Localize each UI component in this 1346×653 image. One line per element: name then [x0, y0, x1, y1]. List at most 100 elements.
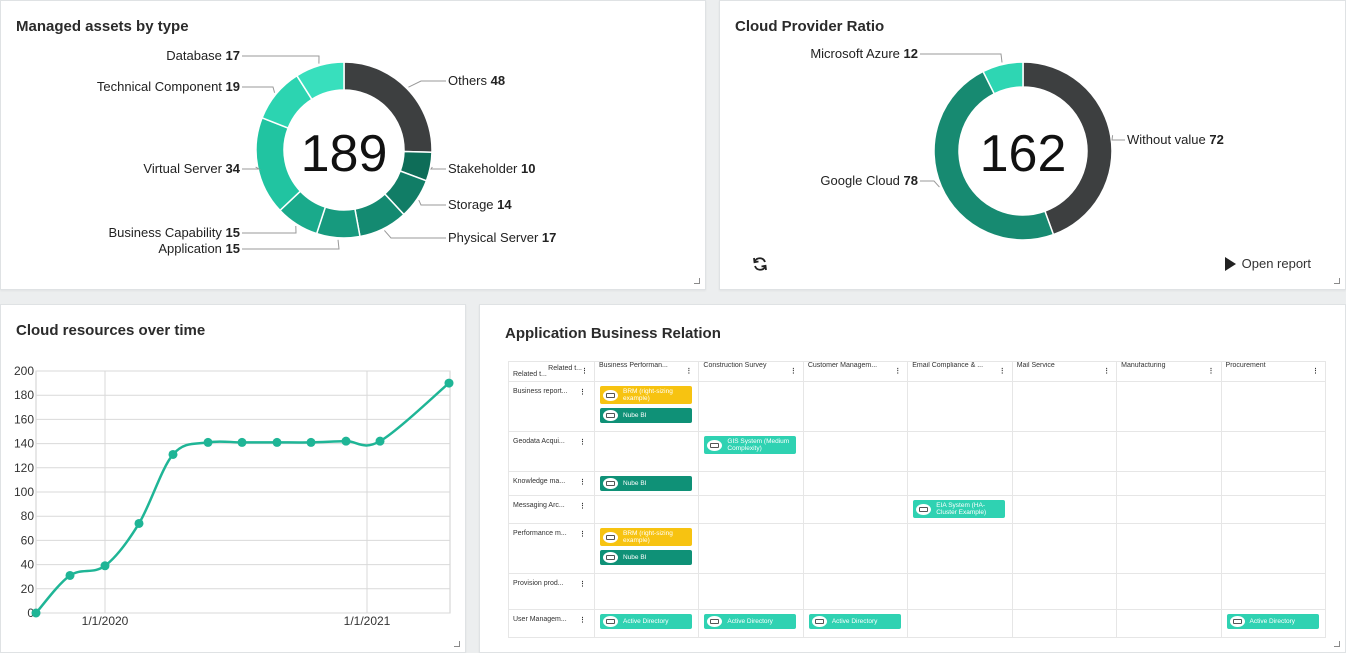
- row-header[interactable]: Geodata Acqui... ⋮: [508, 431, 595, 472]
- matrix-cell: [1116, 573, 1222, 610]
- data-point[interactable]: [444, 378, 454, 388]
- row-header[interactable]: Messaging Arc... ⋮: [508, 495, 595, 524]
- matrix-row: Business report... ⋮ BRM (right-sizing exa…: [508, 381, 1327, 432]
- matrix-corner: Related t... Related t... ⋮: [508, 361, 595, 382]
- application-label: Nube BI: [623, 554, 647, 561]
- row-label: Business report...: [513, 388, 568, 395]
- row-header[interactable]: Business report... ⋮: [508, 381, 595, 432]
- relation-matrix: Related t... Related t... ⋮ Business Per…: [508, 361, 1327, 638]
- application-label: Active Directory: [1249, 618, 1296, 625]
- cloud-resources-card: Cloud resources over time 0 20 40 60 80 100 12…: [0, 304, 466, 653]
- segment-label: Physical Server 17: [448, 230, 556, 245]
- matrix-cell: [907, 471, 1013, 496]
- row-menu-icon[interactable]: ⋮: [579, 502, 586, 510]
- data-point[interactable]: [272, 437, 282, 447]
- matrix-row: Performance m... ⋮ BRM (right-sizing examp…: [508, 523, 1327, 574]
- resize-handle[interactable]: [1334, 641, 1340, 647]
- data-point[interactable]: [134, 518, 144, 528]
- application-chip[interactable]: EIA System (HA-Cluster Example): [913, 500, 1006, 518]
- column-header[interactable]: Mail Service ⋮: [1011, 361, 1118, 382]
- leader-line: [920, 180, 940, 188]
- row-menu-icon[interactable]: ⋮: [579, 616, 586, 624]
- data-point[interactable]: [168, 449, 178, 459]
- column-header[interactable]: Business Performan... ⋮: [593, 361, 700, 382]
- open-report-button[interactable]: Open report: [1224, 256, 1311, 271]
- data-point[interactable]: [31, 608, 41, 618]
- matrix-cell: [1220, 471, 1327, 496]
- application-chip[interactable]: BRM (right-sizing example): [600, 528, 692, 546]
- corner-row-label: Related t...: [513, 371, 547, 378]
- matrix-cell: [907, 609, 1013, 638]
- cloud-provider-card: Cloud Provider Ratio 162 Without value 7…: [719, 0, 1346, 290]
- resize-handle[interactable]: [694, 278, 700, 284]
- column-menu-icon[interactable]: ⋮: [1208, 367, 1215, 375]
- column-menu-icon[interactable]: ⋮: [790, 367, 797, 375]
- resize-handle[interactable]: [1334, 278, 1340, 284]
- row-menu-icon[interactable]: ⋮: [579, 580, 586, 588]
- segment-name: Technical Component: [97, 79, 226, 94]
- refresh-button[interactable]: [752, 256, 768, 272]
- application-chip[interactable]: Nube BI: [600, 476, 692, 491]
- row-header[interactable]: Knowledge ma... ⋮: [508, 471, 595, 496]
- leader-line: [242, 86, 276, 93]
- corner-column-label: Related t...: [548, 365, 582, 372]
- application-chip[interactable]: Active Directory: [600, 614, 692, 629]
- resize-handle[interactable]: [454, 641, 460, 647]
- matrix-cell: [1116, 609, 1222, 638]
- open-report-label: Open report: [1241, 256, 1311, 271]
- column-menu-icon[interactable]: ⋮: [999, 367, 1006, 375]
- leader-line: [242, 239, 340, 250]
- application-label: Nube BI: [623, 480, 647, 487]
- application-label: BRM (right-sizing example): [623, 530, 673, 544]
- data-point[interactable]: [203, 437, 213, 447]
- segment-value: 14: [497, 197, 512, 212]
- data-point[interactable]: [65, 570, 75, 580]
- row-menu-icon[interactable]: ⋮: [579, 478, 586, 486]
- matrix-cell: [1116, 431, 1222, 472]
- application-chip[interactable]: Active Directory: [808, 614, 901, 629]
- application-chip[interactable]: BRM (right-sizing example): [600, 386, 692, 404]
- row-header[interactable]: Performance m... ⋮: [508, 523, 595, 574]
- leader-line: [384, 230, 446, 239]
- column-header[interactable]: Email Compliance & ... ⋮: [907, 361, 1013, 382]
- application-icon: [603, 552, 618, 563]
- application-chip[interactable]: Nube BI: [600, 550, 692, 565]
- application-chip[interactable]: GIS System (Medium Complexity): [704, 436, 797, 454]
- application-label: GIS System (Medium Complexity): [727, 438, 790, 452]
- row-menu-icon[interactable]: ⋮: [579, 388, 586, 396]
- donut-segment[interactable]: [255, 116, 302, 212]
- row-menu-icon[interactable]: ⋮: [579, 438, 586, 446]
- segment-name: Stakeholder: [448, 161, 521, 176]
- segment-label: Database 17: [166, 48, 240, 63]
- data-point[interactable]: [100, 561, 110, 571]
- data-point[interactable]: [341, 436, 351, 446]
- row-menu-icon[interactable]: ⋮: [579, 530, 586, 538]
- row-header[interactable]: User Managem... ⋮: [508, 609, 595, 638]
- leader-line: [242, 166, 261, 170]
- data-point[interactable]: [237, 437, 247, 447]
- application-chip[interactable]: Nube BI: [600, 408, 692, 423]
- column-label: Procurement: [1225, 362, 1266, 370]
- data-point[interactable]: [375, 436, 385, 446]
- data-point[interactable]: [306, 437, 316, 447]
- row-header[interactable]: Provision prod... ⋮: [508, 573, 595, 610]
- column-header[interactable]: Customer Managem... ⋮: [802, 361, 909, 382]
- application-icon: [707, 616, 723, 627]
- column-menu-icon[interactable]: ⋮: [894, 367, 901, 375]
- column-header[interactable]: Procurement ⋮: [1220, 361, 1327, 382]
- matrix-cell: Active Directory: [593, 609, 700, 638]
- column-menu-icon[interactable]: ⋮: [685, 367, 692, 375]
- column-header[interactable]: Manufacturing ⋮: [1116, 361, 1222, 382]
- segment-value: 78: [904, 173, 918, 188]
- corner-menu-icon[interactable]: ⋮: [581, 367, 588, 375]
- managed-assets-card: Managed assets by type 189 Others 48 Stak…: [0, 0, 706, 290]
- y-tick-label: 20: [21, 582, 35, 596]
- column-menu-icon[interactable]: ⋮: [1103, 367, 1110, 375]
- column-menu-icon[interactable]: ⋮: [1312, 367, 1319, 375]
- application-chip[interactable]: Active Directory: [1226, 614, 1319, 629]
- matrix-cell: [1011, 495, 1118, 524]
- column-header[interactable]: Construction Survey ⋮: [698, 361, 804, 382]
- application-chip[interactable]: Active Directory: [704, 614, 797, 629]
- matrix-cell: [593, 573, 700, 610]
- series-line: [35, 382, 450, 614]
